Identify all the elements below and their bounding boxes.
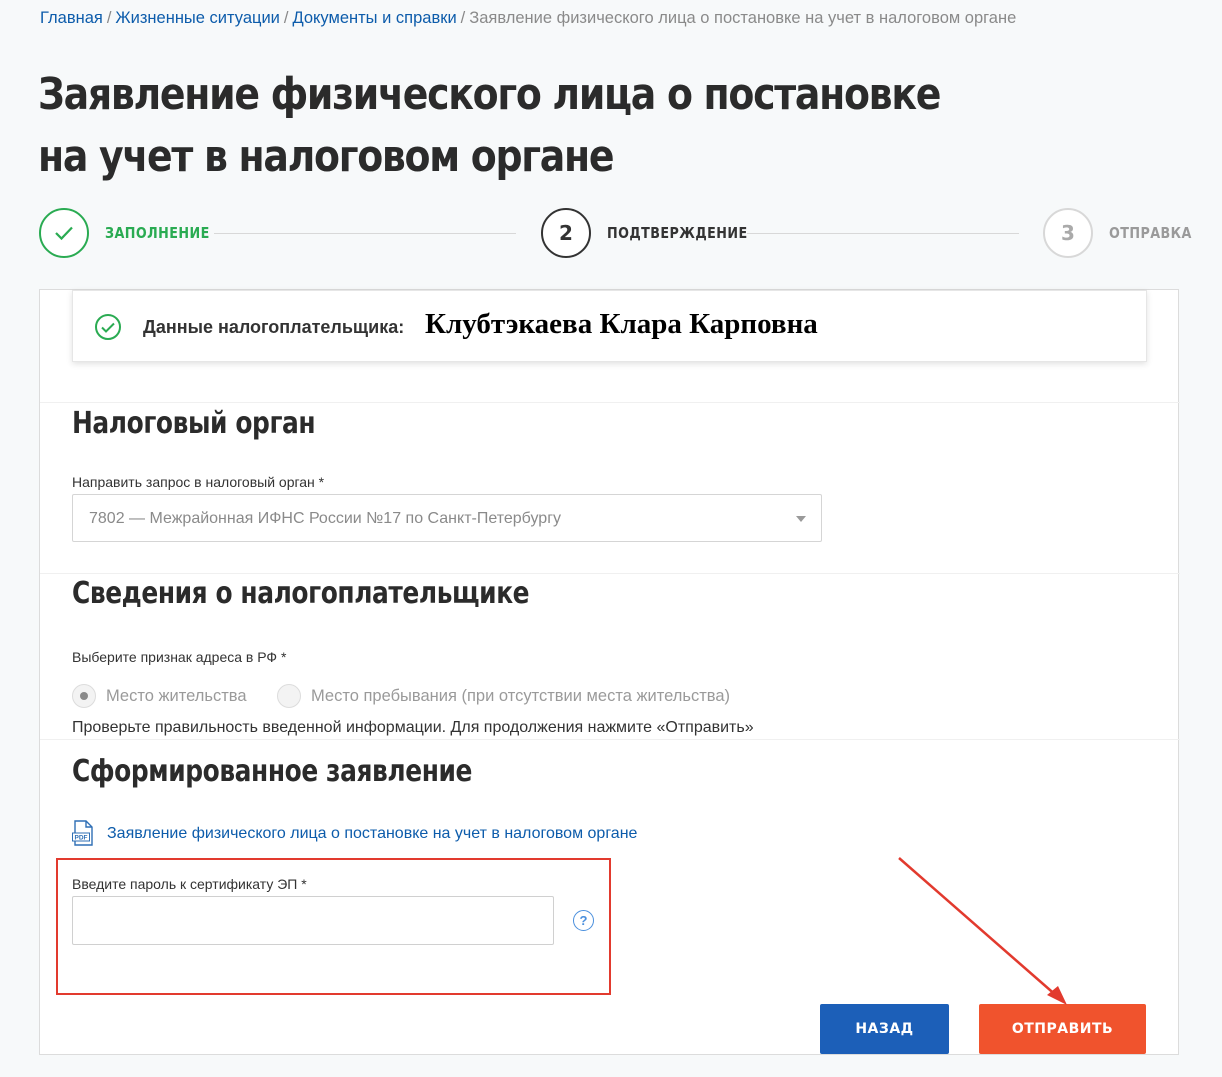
tax-authority-select[interactable]: 7802 — Межрайонная ИФНС России №17 по Са… xyxy=(72,494,822,542)
step-3-label: ОТПРАВКА xyxy=(1109,224,1192,242)
breadcrumb-link-home[interactable]: Главная xyxy=(40,9,103,27)
page-title: Заявление физического лица о постановке … xyxy=(38,69,941,182)
breadcrumb-separator: / xyxy=(106,9,112,27)
taxpayer-info-title: Сведения о налогоплательщике xyxy=(72,576,530,611)
check-icon xyxy=(95,314,121,340)
section-divider xyxy=(40,573,1180,574)
payer-label: Данные налогоплательщика: xyxy=(143,317,405,337)
tax-authority-label: Направить запрос в налоговый орган * xyxy=(72,474,325,490)
radio-residence[interactable] xyxy=(72,684,96,708)
back-button[interactable]: НАЗАД xyxy=(820,1004,949,1054)
pdf-icon-label: PDF xyxy=(75,835,88,842)
step-connector xyxy=(747,233,1019,234)
radio-residence-label[interactable]: Место жительства xyxy=(106,687,247,706)
breadcrumb: Главная / Жизненные ситуации / Документы и с… xyxy=(40,9,1016,28)
send-button[interactable]: ОТПРАВИТЬ xyxy=(979,1004,1146,1054)
chevron-down-icon[interactable] xyxy=(796,516,806,522)
step-1-label: ЗАПОЛНЕНИЕ xyxy=(105,224,210,242)
generated-statement-title: Сформированное заявление xyxy=(72,754,472,789)
address-type-label: Выберите признак адреса в РФ * xyxy=(72,649,287,665)
radio-stay[interactable] xyxy=(277,684,301,708)
pdf-icon[interactable]: PDF xyxy=(72,820,94,846)
step-3-circle: 3 xyxy=(1043,208,1093,258)
tax-authority-selected-value: 7802 — Межрайонная ИФНС России №17 по Са… xyxy=(89,510,562,527)
form-card: Данные налогоплательщика: Клубтэкаева Кл… xyxy=(39,289,1180,1055)
password-label: Введите пароль к сертификату ЭП * xyxy=(72,876,307,892)
step-connector xyxy=(214,233,516,234)
breadcrumb-separator: / xyxy=(460,9,466,27)
breadcrumb-link-life-situations[interactable]: Жизненные ситуации xyxy=(115,9,279,27)
breadcrumb-current: Заявление физического лица о постановке … xyxy=(469,9,1017,27)
section-divider xyxy=(40,402,1180,403)
payer-name: Клубтэкаева Клара Карповна xyxy=(425,308,818,340)
help-icon[interactable]: ? xyxy=(573,910,594,931)
step-2-label: ПОДТВЕРЖДЕНИЕ xyxy=(607,224,748,242)
confirm-hint: Проверьте правильность введенной информа… xyxy=(72,719,754,736)
radio-stay-label[interactable]: Место пребывания (при отсутствии места ж… xyxy=(311,687,730,706)
section-divider xyxy=(40,739,1180,740)
certificate-password-input[interactable] xyxy=(72,896,554,945)
step-1-done-circle xyxy=(39,208,89,258)
payer-summary: Данные налогоплательщика: Клубтэкаева Кл… xyxy=(72,290,1147,362)
breadcrumb-separator: / xyxy=(283,9,289,27)
breadcrumb-link-documents[interactable]: Документы и справки xyxy=(292,9,456,27)
check-icon xyxy=(55,226,73,241)
stepper: ЗАПОЛНЕНИЕ 2 ПОДТВЕРЖДЕНИЕ 3 ОТПРАВКА xyxy=(39,208,1191,260)
tax-authority-title: Налоговый орган xyxy=(72,406,316,441)
step-2-circle: 2 xyxy=(541,208,591,258)
pdf-link-text[interactable]: Заявление физического лица о постановке … xyxy=(107,825,637,843)
